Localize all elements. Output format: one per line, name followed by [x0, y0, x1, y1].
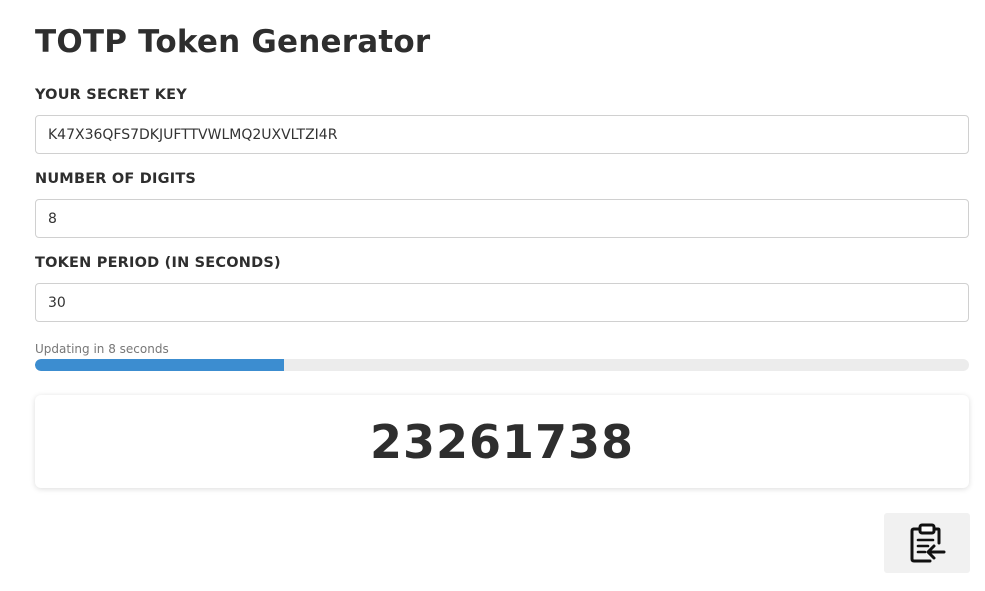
- page-title: TOTP Token Generator: [35, 24, 431, 60]
- clipboard-paste-icon: [908, 523, 946, 563]
- countdown-text: Updating in 8 seconds: [35, 342, 169, 356]
- totp-generator-page: TOTP Token Generator YOUR SECRET KEY NUM…: [0, 0, 985, 591]
- countdown-progress-bar: [35, 359, 969, 371]
- secret-key-label: YOUR SECRET KEY: [35, 87, 187, 103]
- period-label: TOKEN PERIOD (IN SECONDS): [35, 255, 281, 271]
- period-input[interactable]: [35, 283, 969, 322]
- token-card: 23261738: [35, 395, 969, 488]
- copy-token-button[interactable]: [884, 513, 970, 573]
- digits-input[interactable]: [35, 199, 969, 238]
- digits-label: NUMBER OF DIGITS: [35, 171, 197, 187]
- countdown-progress-fill: [35, 359, 285, 371]
- secret-key-input[interactable]: [35, 115, 969, 154]
- token-value: 23261738: [369, 414, 635, 469]
